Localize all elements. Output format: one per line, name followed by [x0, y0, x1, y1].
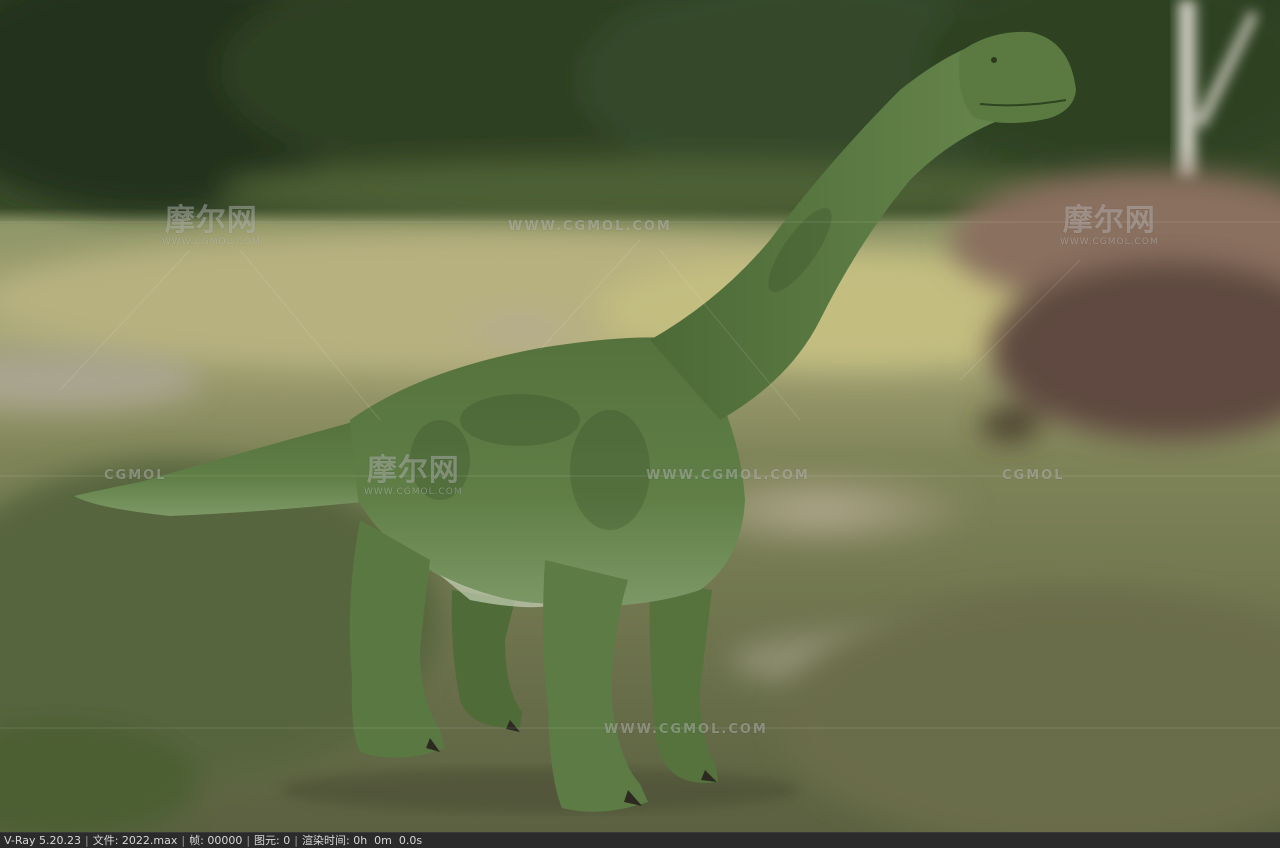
render-viewport: 摩尔网 WWW.CGMOL.COM WWW.CGMOL.COM 摩尔网 WWW.…	[0, 0, 1280, 832]
frame-value: 00000	[207, 834, 243, 847]
render-time-value: 0h 0m 0.0s	[353, 834, 423, 847]
render-time-label: 渲染时间:	[301, 834, 350, 847]
renderer-version: V-Ray 5.20.23	[4, 834, 81, 847]
render-scene	[0, 0, 1280, 832]
file-label: 文件:	[92, 834, 119, 847]
primitives-value: 0	[283, 834, 291, 847]
render-status-bar: V-Ray 5.20.23 | 文件: 2022.max | 帧: 00000 | 图元: …	[0, 832, 1280, 848]
file-value: 2022.max	[121, 834, 178, 847]
primitives-label: 图元:	[254, 834, 280, 847]
frame-label: 帧:	[189, 834, 204, 847]
